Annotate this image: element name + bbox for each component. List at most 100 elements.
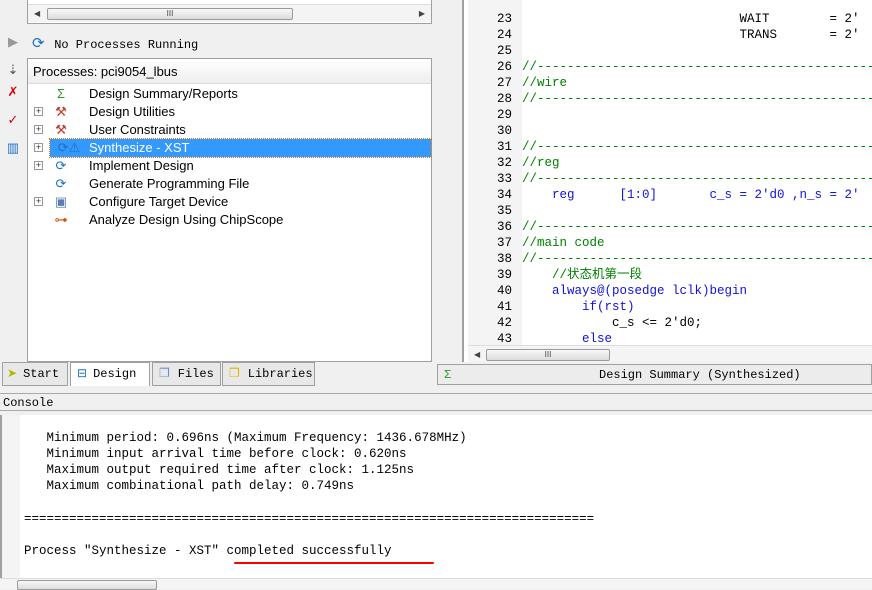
scroll-left-icon[interactable]: ◀ <box>474 350 480 359</box>
expand-icon[interactable]: + <box>34 161 43 170</box>
code-line: 36 //------------------------------------… <box>468 219 872 235</box>
code-line: 32 //reg <box>468 155 872 171</box>
code-editor[interactable]: 23 WAIT = 2' 24 TRANS = 2' 25 26//---------… <box>462 0 872 362</box>
editor-horizontal-scrollbar[interactable]: ◀ III <box>468 345 872 362</box>
code-line: 30 <box>468 123 872 139</box>
console-line: Minimum input arrival time before clock:… <box>24 447 407 461</box>
run-icon[interactable]: ▶ <box>3 32 23 52</box>
files-icon: ❐ <box>159 367 170 381</box>
line-number: 32 <box>496 156 512 170</box>
device-icon: ▣ <box>54 194 68 209</box>
console-line: ========================================… <box>24 512 595 526</box>
refresh-icon: ⟳ <box>55 158 67 173</box>
code-line: 31 //------------------------------------… <box>468 139 872 155</box>
process-label: Design Utilities <box>89 104 175 119</box>
line-number: 24 <box>496 28 512 42</box>
tab-files[interactable]: ❐ Files <box>152 362 221 386</box>
horizontal-scrollbar[interactable]: ◀ III ▶ <box>28 4 431 22</box>
tab-design-summary[interactable]: Σ Design Summary (Synthesized) <box>437 364 872 385</box>
process-label: Generate Programming File <box>89 176 250 191</box>
line-text: //--------------------------------------… <box>522 92 872 106</box>
code-line: 28 //------------------------------------… <box>468 91 872 107</box>
process-item[interactable]: + ▣ Configure Target Device <box>28 193 431 211</box>
line-number: 23 <box>496 12 512 26</box>
line-number: 38 <box>496 252 512 266</box>
processes-header: Processes: pci9054_lbus <box>28 59 431 84</box>
process-status: ⟳ No Processes Running <box>32 35 199 52</box>
process-label: Configure Target Device <box>89 194 229 209</box>
console-header: Console <box>0 393 872 411</box>
scroll-right-icon[interactable]: ▶ <box>419 9 425 18</box>
line-text: //--------------------------------------… <box>522 60 872 74</box>
code-line: 37 //main code <box>468 235 872 251</box>
code-line: 34 reg [1:0] c_s = 2'd0 ,n_s = 2' <box>468 187 872 203</box>
rerun-icon[interactable]: ⇣ <box>3 60 23 80</box>
code-line: 29 <box>468 107 872 123</box>
line-text: //--------------------------------------… <box>522 140 872 154</box>
process-toolbar: ▶ ⇣ ✗ ✓ ▥ <box>0 30 26 360</box>
expand-icon[interactable]: + <box>34 143 43 152</box>
libraries-icon: ❐ <box>229 367 240 381</box>
sigma-icon: Σ <box>444 368 452 382</box>
line-text: //main code <box>522 236 605 250</box>
line-number: 41 <box>496 300 512 314</box>
code-line: 41 if(rst) <box>468 299 872 315</box>
console-horizontal-scrollbar[interactable] <box>0 578 872 590</box>
code-line: 27 //wire <box>468 75 872 91</box>
line-text: TRANS = 2' <box>522 28 860 42</box>
scrollbar-thumb[interactable]: III <box>47 8 293 20</box>
scroll-left-icon[interactable]: ◀ <box>34 9 40 18</box>
console-gutter <box>2 415 20 579</box>
line-text: c_s <= 2'd0; <box>522 316 703 330</box>
line-text: //--------------------------------------… <box>522 220 872 234</box>
tools-icon: ⚒ <box>55 104 67 119</box>
check-icon[interactable]: ✓ <box>3 110 23 130</box>
line-number: 33 <box>496 172 512 186</box>
line-number: 31 <box>496 140 512 154</box>
process-item[interactable]: + ⚒ Design Utilities <box>28 103 431 121</box>
process-label: Analyze Design Using ChipScope <box>89 212 284 227</box>
code-line: 24 TRANS = 2' <box>468 27 872 43</box>
window-icon[interactable]: ▥ <box>3 138 23 158</box>
line-text: //状态机第一段 <box>522 268 643 282</box>
expand-icon[interactable]: + <box>34 125 43 134</box>
chipscope-icon: ⊶ <box>54 212 68 227</box>
line-number: 30 <box>496 124 512 138</box>
line-text: reg [1:0] c_s = 2'd0 ,n_s = 2' <box>522 188 860 202</box>
process-item[interactable]: + ⟳ Implement Design <box>28 157 431 175</box>
process-item[interactable]: + ⚒ User Constraints <box>28 121 431 139</box>
line-text: else <box>522 332 613 346</box>
line-number: 35 <box>496 204 512 218</box>
line-number: 26 <box>496 60 512 74</box>
line-number: 27 <box>496 76 512 90</box>
code-line: 42 c_s <= 2'd0; <box>468 315 872 331</box>
line-text: if(rst) <box>522 300 635 314</box>
processes-panel: Processes: pci9054_lbus Σ Design Summary/… <box>27 58 432 362</box>
line-number: 28 <box>496 92 512 106</box>
console-output[interactable]: Minimum period: 0.696ns (Maximum Frequen… <box>0 415 872 579</box>
design-icon: ⊟ <box>77 367 88 381</box>
console-line: Minimum period: 0.696ns (Maximum Frequen… <box>24 431 467 445</box>
expand-icon[interactable]: + <box>34 107 43 116</box>
sigma-icon: Σ <box>56 86 66 101</box>
process-label: Synthesize - XST <box>89 140 190 155</box>
warning-icon: ⟳⚠ <box>57 140 81 155</box>
process-item[interactable]: ⊶ Analyze Design Using ChipScope <box>28 211 431 229</box>
tab-start[interactable]: ➤ Start <box>2 362 68 386</box>
process-item[interactable]: + ⟳⚠ Synthesize - XST <box>34 138 432 158</box>
process-item[interactable]: Σ Design Summary/Reports <box>28 85 431 103</box>
line-number: 34 <box>496 188 512 202</box>
console-line: Process "Synthesize - XST" completed suc… <box>24 544 392 558</box>
line-number: 39 <box>496 268 512 282</box>
scrollbar-thumb[interactable]: III <box>486 349 610 361</box>
line-number: 25 <box>496 44 512 58</box>
code-line: 40 always@(posedge lclk)begin <box>468 283 872 299</box>
line-text: //wire <box>522 76 568 90</box>
process-item[interactable]: ⟳ Generate Programming File <box>28 175 431 193</box>
stop-icon[interactable]: ✗ <box>3 82 23 102</box>
left-top-pane: ◀ III ▶ <box>27 0 432 24</box>
line-text: always@(posedge lclk)begin <box>522 284 748 298</box>
expand-icon[interactable]: + <box>34 197 43 206</box>
tab-libraries[interactable]: ❐ Libraries <box>222 362 315 386</box>
tab-design[interactable]: ⊟ Design <box>70 362 150 386</box>
